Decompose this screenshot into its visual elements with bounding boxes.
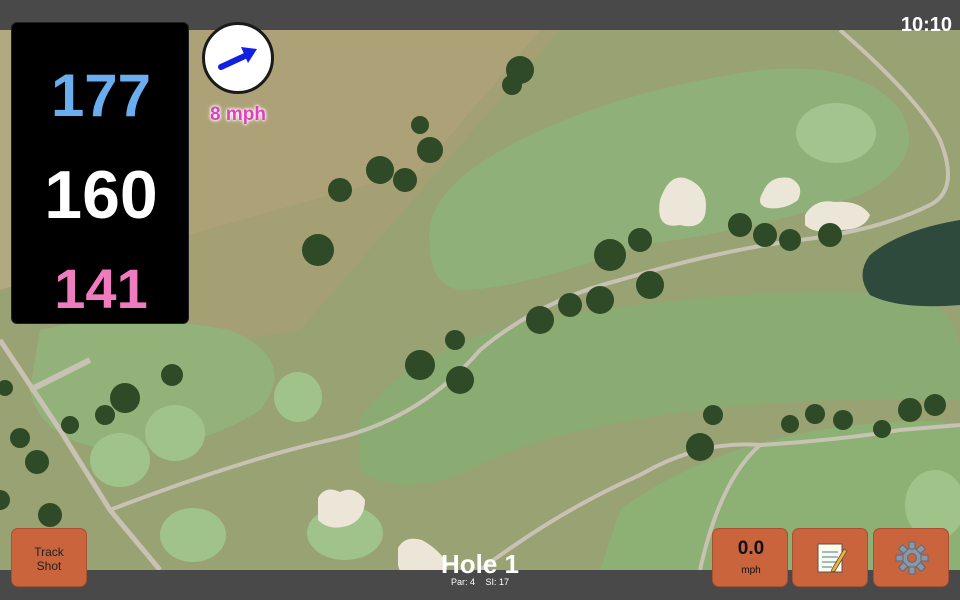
settings-button[interactable] — [873, 528, 949, 587]
speed-value: 0.0 — [737, 538, 765, 559]
status-time: 10:10 — [900, 14, 952, 36]
track-shot-label: Track Shot — [34, 545, 64, 573]
wind-indicator — [202, 22, 274, 94]
distance-middle: 160 — [44, 157, 158, 233]
wind-speed: 8 mph — [210, 104, 266, 125]
distance-panel: 177 160 141 — [11, 22, 189, 324]
track-shot-button[interactable]: Track Shot — [11, 528, 87, 587]
notes-button[interactable] — [792, 528, 868, 587]
speed-unit: mph — [741, 565, 761, 576]
wind-direction-arrow-icon — [218, 47, 257, 70]
distance-back: 177 — [50, 62, 152, 129]
speed-button[interactable]: 0.0 mph — [712, 528, 788, 587]
hole-title: Hole 1 — [440, 549, 520, 579]
hole-info: Par: 4 SI: 17 — [380, 577, 580, 587]
green-small — [274, 372, 322, 422]
notepad-icon — [817, 543, 848, 573]
green-upper-right — [796, 103, 876, 163]
hole-par: Par: 4 — [450, 577, 475, 587]
distance-front: 141 — [54, 257, 148, 320]
hole-si: SI: 17 — [485, 577, 510, 587]
gear-icon — [895, 541, 929, 575]
